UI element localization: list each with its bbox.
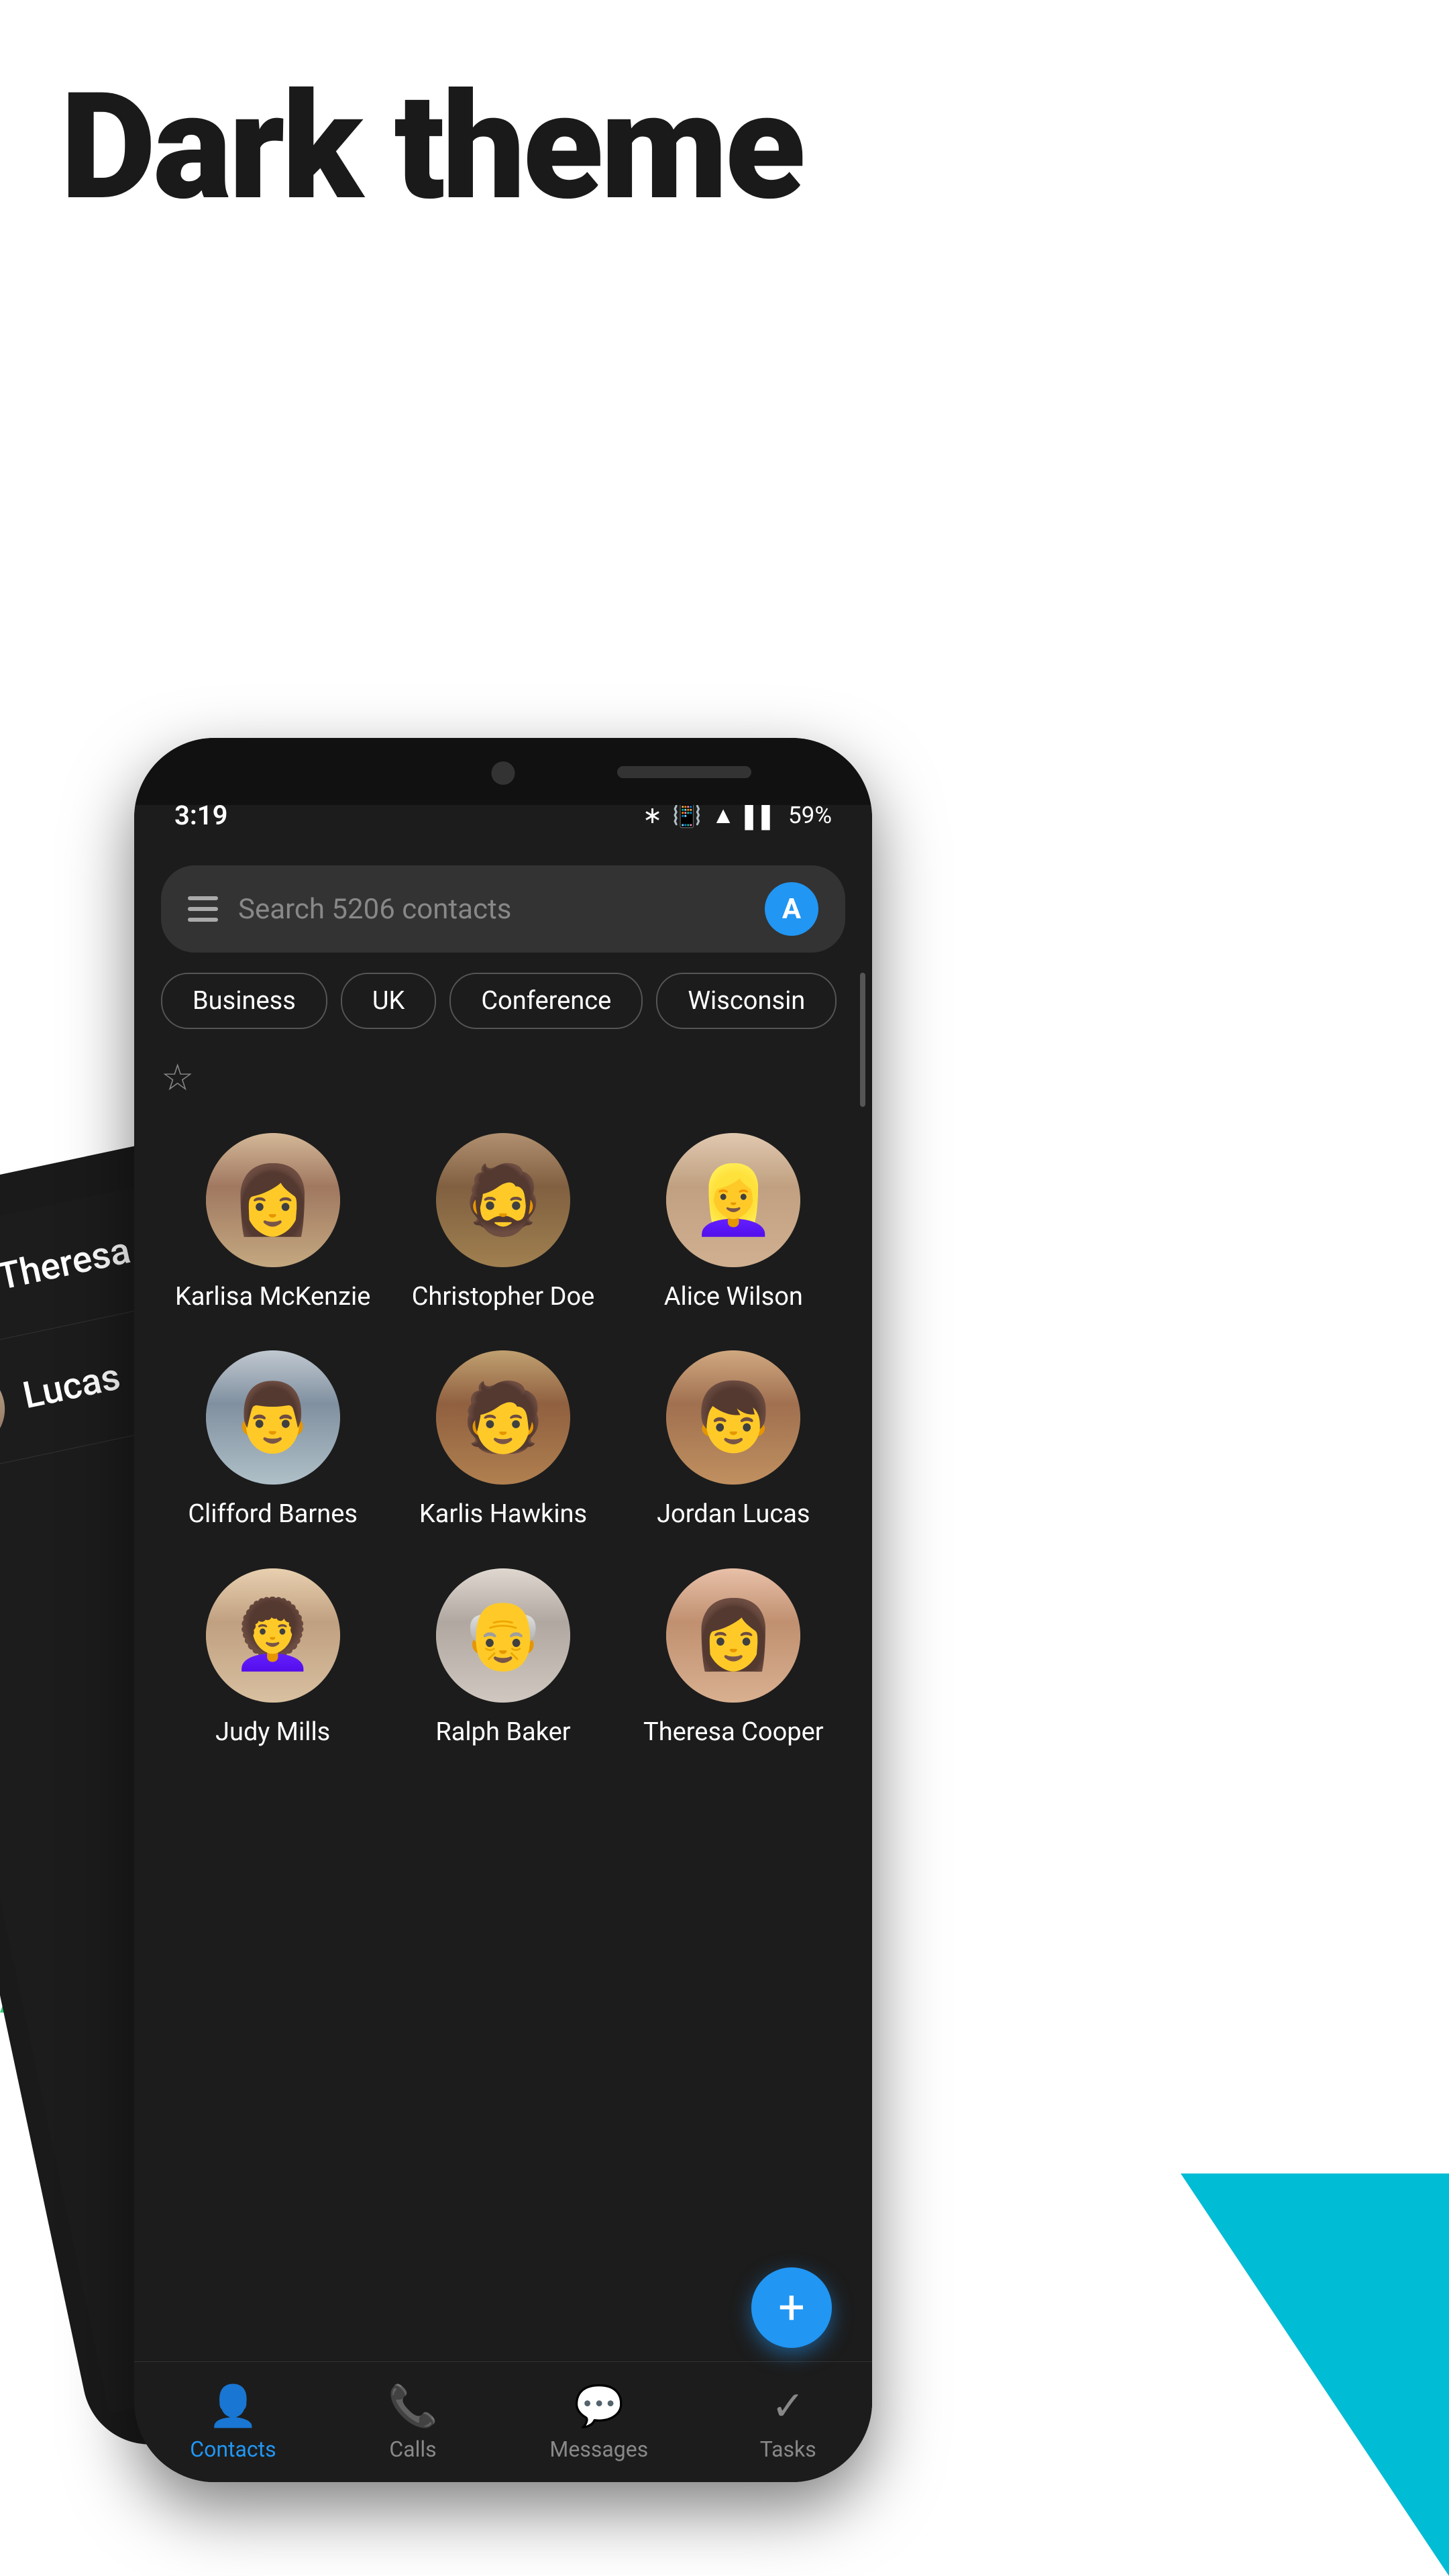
contact-card-judy[interactable]: 👩‍🦱 Judy Mills [161,1555,384,1766]
bg-contact-name-lucas: Lucas [19,1355,124,1417]
chip-uk[interactable]: UK [341,973,436,1029]
contact-name-karlisa: Karlisa McKenzie [175,1281,370,1313]
bottom-navigation: 👤 Contacts 📞 Calls 💬 Messages ✓ Tasks [134,2361,872,2482]
contact-card-alice[interactable]: 👱‍♀️ Alice Wilson [622,1120,845,1330]
vibrate-icon: 📳 [672,802,702,829]
contact-name-christopher: Christopher Doe [412,1281,595,1313]
calls-nav-icon: 📞 [388,2382,438,2430]
contact-avatar-ralph: 👴 [436,1568,570,1703]
favorites-row[interactable]: ☆ [134,1042,872,1113]
contact-name-theresa: Theresa Cooper [643,1716,824,1749]
chip-business[interactable]: Business [161,973,327,1029]
chip-conference[interactable]: Conference [449,973,643,1029]
scrollbar[interactable] [860,973,865,1107]
page-title: Dark theme [60,60,803,233]
calls-nav-label: Calls [389,2436,436,2462]
contact-card-karlisa[interactable]: 👩 Karlisa McKenzie [161,1120,384,1330]
contact-avatar-clifford: 👨 [206,1350,340,1485]
phone-speaker [617,766,751,778]
wifi-icon: ▲ [712,802,735,829]
chip-wisconsin[interactable]: Wisconsin [656,973,837,1029]
contact-name-alice: Alice Wilson [664,1281,803,1313]
phone-screen: Search 5206 contacts A Business UK Confe… [134,839,872,2482]
hamburger-menu-icon[interactable] [188,896,218,922]
bluetooth-icon: ∗ [643,802,662,829]
filter-chips-row: Business UK Conference Wisconsin [134,966,872,1042]
nav-calls[interactable]: 📞 Calls [388,2382,438,2462]
search-bar[interactable]: Search 5206 contacts A [161,865,845,953]
contact-avatar-theresa: 👩 [666,1568,800,1703]
contact-card-clifford[interactable]: 👨 Clifford Barnes [161,1337,384,1548]
battery-level: 59% [788,802,832,829]
status-icons: ∗ 📳 ▲ ▌▌ 59% [643,802,832,829]
contact-avatar-karlis: 🧑 [436,1350,570,1485]
contact-name-clifford: Clifford Barnes [188,1498,358,1531]
contact-name-karlis: Karlis Hawkins [419,1498,587,1531]
contact-avatar-judy: 👩‍🦱 [206,1568,340,1703]
messages-nav-label: Messages [549,2436,648,2462]
nav-tasks[interactable]: ✓ Tasks [760,2382,816,2462]
signal-icon: ▌▌ [745,802,778,829]
nav-contacts[interactable]: 👤 Contacts [190,2382,276,2462]
add-contact-fab[interactable]: + [751,2267,832,2348]
contact-avatar-christopher: 🧔 [436,1133,570,1267]
contacts-nav-icon: 👤 [208,2382,258,2430]
contact-card-jordan[interactable]: 👦 Jordan Lucas [622,1337,845,1548]
tasks-nav-icon: ✓ [771,2382,805,2430]
contact-avatar-jordan: 👦 [666,1350,800,1485]
contacts-nav-label: Contacts [190,2436,276,2462]
main-phone: 3:19 ∗ 📳 ▲ ▌▌ 59% Search 5206 contacts A [134,738,872,2482]
contacts-grid: 👩 Karlisa McKenzie 🧔 Christopher Doe 👱‍♀… [134,1113,872,1772]
teal-triangle-decoration [1181,2174,1449,2576]
contact-card-christopher[interactable]: 🧔 Christopher Doe [391,1120,614,1330]
phone-camera [492,761,515,785]
contact-card-ralph[interactable]: 👴 Ralph Baker [391,1555,614,1766]
star-icon: ☆ [161,1056,194,1099]
contact-name-jordan: Jordan Lucas [657,1498,810,1531]
phone-top-bar [134,738,872,805]
contact-avatar-alice: 👱‍♀️ [666,1133,800,1267]
contact-name-ralph: Ralph Baker [435,1716,570,1749]
tasks-nav-label: Tasks [760,2436,816,2462]
user-avatar-badge[interactable]: A [765,882,818,936]
nav-messages[interactable]: 💬 Messages [549,2382,648,2462]
contact-name-judy: Judy Mills [215,1716,330,1749]
contact-avatar-karlisa: 👩 [206,1133,340,1267]
contact-card-karlis[interactable]: 🧑 Karlis Hawkins [391,1337,614,1548]
search-input[interactable]: Search 5206 contacts [238,893,745,926]
messages-nav-icon: 💬 [574,2382,624,2430]
contact-card-theresa[interactable]: 👩 Theresa Cooper [622,1555,845,1766]
